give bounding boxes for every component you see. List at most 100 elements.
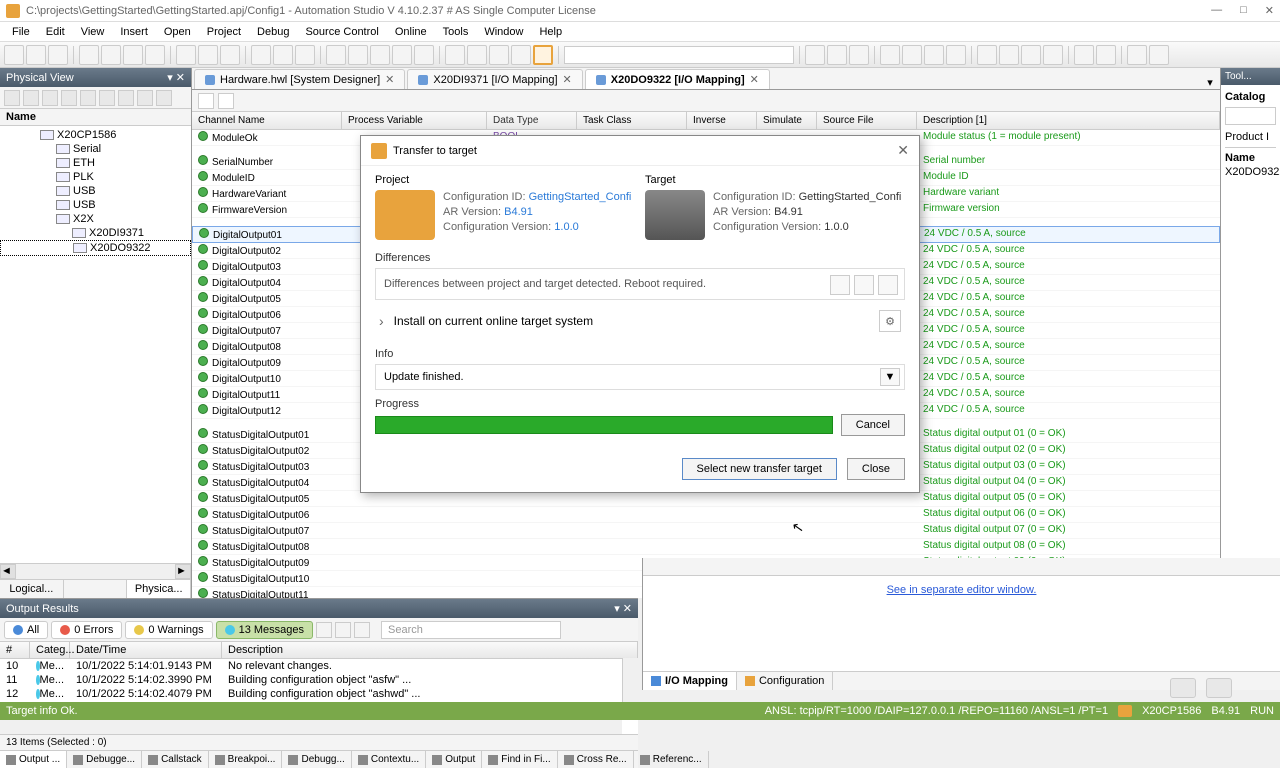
tab-config[interactable]	[64, 580, 128, 598]
toolbar-button[interactable]	[123, 45, 143, 65]
toolbar-button[interactable]	[946, 45, 966, 65]
output-row[interactable]: 10Me...10/1/2022 5:14:01.9143 PMNo relev…	[0, 659, 638, 673]
mini-button[interactable]	[156, 90, 172, 106]
menu-help[interactable]: Help	[531, 24, 570, 40]
toolbar-button[interactable]	[999, 45, 1019, 65]
tab-physical[interactable]: Physica...	[127, 580, 191, 598]
hardware-tree[interactable]: X20CP1586SerialETHPLKUSBUSBX2XX20DI9371X…	[0, 126, 191, 563]
toolbar-button[interactable]	[145, 45, 165, 65]
tree-item[interactable]: USB	[0, 184, 191, 198]
output-btn[interactable]	[354, 622, 370, 638]
close-button[interactable]: Close	[847, 458, 905, 480]
diff-button[interactable]	[830, 275, 850, 295]
output-btn[interactable]	[335, 622, 351, 638]
toolbar-button[interactable]	[251, 45, 271, 65]
menu-file[interactable]: File	[4, 24, 38, 40]
menu-debug[interactable]: Debug	[249, 24, 297, 40]
output-search[interactable]: Search	[381, 621, 561, 639]
float-button[interactable]	[1170, 678, 1196, 698]
toolbar-button[interactable]	[1074, 45, 1094, 65]
filter-warnings[interactable]: 0 Warnings	[125, 621, 212, 639]
bottom-tab[interactable]: Output ...	[0, 751, 67, 768]
toolbar-button[interactable]	[198, 45, 218, 65]
output-row[interactable]: 11Me...10/1/2022 5:14:02.3990 PMBuilding…	[0, 673, 638, 687]
toolbar-button[interactable]	[805, 45, 825, 65]
toolbar-button[interactable]	[326, 45, 346, 65]
bottom-tab[interactable]: Breakpoi...	[209, 751, 283, 768]
mini-button[interactable]	[80, 90, 96, 106]
output-row[interactable]: 12Me...10/1/2022 5:14:02.4079 PMBuilding…	[0, 687, 638, 701]
toolbar-button[interactable]	[467, 45, 487, 65]
toolbar-button[interactable]	[26, 45, 46, 65]
toolbar-button[interactable]	[849, 45, 869, 65]
tab-io-mapping[interactable]: I/O Mapping	[643, 672, 737, 690]
mini-button[interactable]	[23, 90, 39, 106]
menu-online[interactable]: Online	[387, 24, 435, 40]
bottom-tab[interactable]: Referenc...	[634, 751, 709, 768]
diff-button[interactable]	[854, 275, 874, 295]
doc-tab[interactable]: X20DI9371 [I/O Mapping]✕	[407, 69, 582, 89]
grid-row[interactable]: StatusDigitalOutput06Status digital outp…	[192, 507, 1220, 523]
tree-item[interactable]: USB	[0, 198, 191, 212]
toolbar-button-monitor[interactable]	[533, 45, 553, 65]
tree-item[interactable]: X2X	[0, 212, 191, 226]
menu-view[interactable]: View	[73, 24, 113, 40]
bottom-tab[interactable]: Debugge...	[67, 751, 142, 768]
output-scrollbar-h[interactable]	[0, 718, 622, 734]
bottom-tab[interactable]: Cross Re...	[558, 751, 634, 768]
toolbar-button[interactable]	[392, 45, 412, 65]
grid-row[interactable]: StatusDigitalOutput08Status digital outp…	[192, 539, 1220, 555]
separate-editor-link[interactable]: See in separate editor window.	[643, 576, 1280, 604]
bottom-tab[interactable]: Contextu...	[352, 751, 426, 768]
tab-close-icon[interactable]: ✕	[385, 73, 394, 86]
tree-item[interactable]: X20DI9371	[0, 226, 191, 240]
toolbar-button[interactable]	[414, 45, 434, 65]
toolbar-button[interactable]	[1021, 45, 1041, 65]
bottom-tab[interactable]: Debugg...	[282, 751, 351, 768]
close-icon[interactable]: ✕	[1265, 4, 1274, 17]
tree-scrollbar[interactable]: ◄►	[0, 563, 191, 579]
filter-messages[interactable]: 13 Messages	[216, 621, 313, 639]
toolbar-button[interactable]	[924, 45, 944, 65]
sub-button[interactable]	[218, 93, 234, 109]
tree-item[interactable]: PLK	[0, 170, 191, 184]
menu-tools[interactable]: Tools	[435, 24, 477, 40]
toolbar-button[interactable]	[273, 45, 293, 65]
menu-edit[interactable]: Edit	[38, 24, 73, 40]
toolbar-button[interactable]	[511, 45, 531, 65]
bottom-tab[interactable]: Callstack	[142, 751, 209, 768]
toolbar-button[interactable]	[220, 45, 240, 65]
toolbar-button[interactable]	[1043, 45, 1063, 65]
grid-row[interactable]: StatusDigitalOutput07Status digital outp…	[192, 523, 1220, 539]
toolbar-button[interactable]	[1096, 45, 1116, 65]
toolbar-button-help[interactable]	[1149, 45, 1169, 65]
float-button[interactable]	[1206, 678, 1232, 698]
maximize-icon[interactable]: □	[1240, 4, 1247, 17]
menu-project[interactable]: Project	[199, 24, 249, 40]
tab-close-icon[interactable]: ✕	[750, 73, 759, 86]
bottom-tab[interactable]: Output	[426, 751, 482, 768]
toolbar-button[interactable]	[445, 45, 465, 65]
info-dropdown-icon[interactable]: ▼	[880, 368, 900, 386]
mini-button[interactable]	[61, 90, 77, 106]
toolbar-button[interactable]	[176, 45, 196, 65]
toolbar-button[interactable]	[827, 45, 847, 65]
mini-button[interactable]	[137, 90, 153, 106]
toolbar-button[interactable]	[79, 45, 99, 65]
toolbar-button[interactable]	[295, 45, 315, 65]
toolbar-button[interactable]	[902, 45, 922, 65]
toolbar-button[interactable]	[4, 45, 24, 65]
bottom-tab[interactable]: Find in Fi...	[482, 751, 557, 768]
toolbar-button[interactable]	[489, 45, 509, 65]
mini-button[interactable]	[4, 90, 20, 106]
output-controls[interactable]: ▾ ✕	[614, 602, 632, 615]
toolbar-combo[interactable]	[564, 46, 794, 64]
doc-tab[interactable]: Hardware.hwl [System Designer]✕	[194, 69, 405, 89]
output-btn[interactable]	[316, 622, 332, 638]
dialog-close-icon[interactable]: ✕	[897, 142, 909, 159]
toolbar-button[interactable]	[370, 45, 390, 65]
toolbar-button[interactable]	[348, 45, 368, 65]
toolbox-item[interactable]: X20DO9322	[1225, 164, 1276, 180]
mini-button[interactable]	[118, 90, 134, 106]
tabs-dropdown[interactable]: ▾	[1200, 76, 1220, 89]
